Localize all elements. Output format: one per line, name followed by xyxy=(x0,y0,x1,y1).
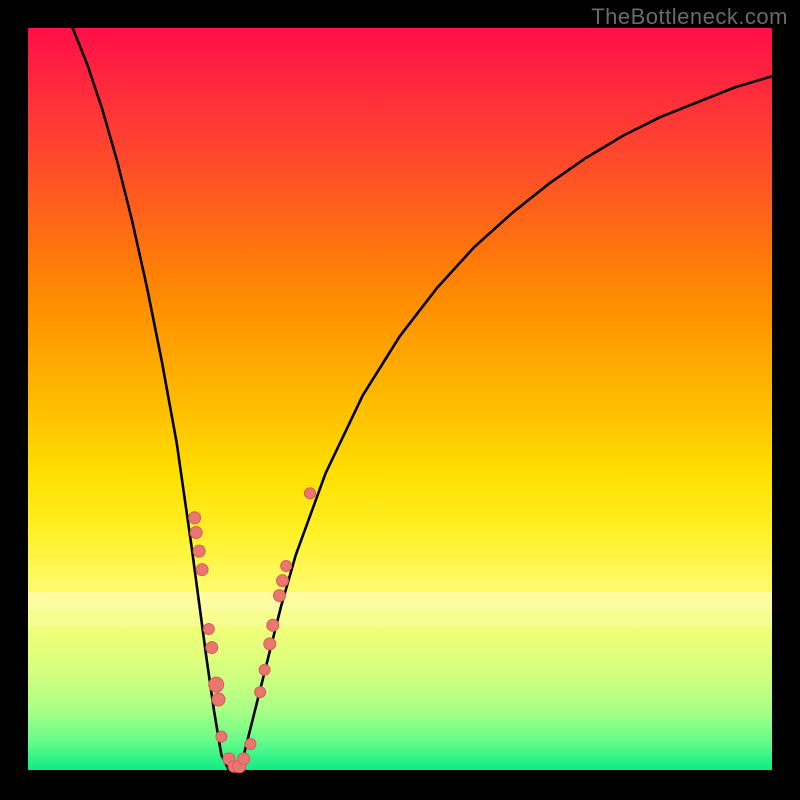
plot-area xyxy=(28,28,772,770)
data-marker xyxy=(209,677,224,692)
data-marker xyxy=(196,564,208,576)
data-marker xyxy=(304,488,315,499)
data-marker xyxy=(281,560,292,571)
data-marker xyxy=(259,664,270,675)
chart-frame: TheBottleneck.com xyxy=(0,0,800,800)
bottleneck-curve xyxy=(73,28,772,770)
curve-layer xyxy=(28,28,772,770)
data-markers xyxy=(189,488,316,773)
data-marker xyxy=(276,575,288,587)
data-marker xyxy=(212,693,225,706)
data-marker xyxy=(255,687,266,698)
data-marker xyxy=(264,638,276,650)
watermark-text: TheBottleneck.com xyxy=(591,4,788,30)
data-marker xyxy=(206,642,218,654)
data-marker xyxy=(273,590,285,602)
data-marker xyxy=(189,512,201,524)
data-marker xyxy=(203,624,214,635)
data-marker xyxy=(190,527,202,539)
data-marker xyxy=(216,731,227,742)
data-marker xyxy=(193,545,205,557)
data-marker xyxy=(267,619,279,631)
data-marker xyxy=(245,739,256,750)
data-marker xyxy=(238,753,250,765)
